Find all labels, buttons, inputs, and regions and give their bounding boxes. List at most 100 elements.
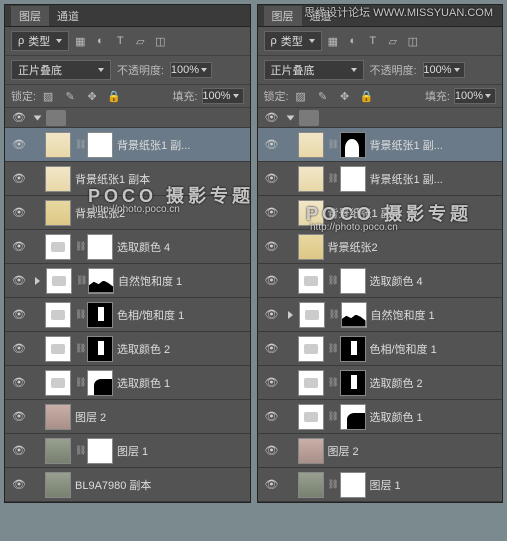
blend-mode-dropdown[interactable]: 正片叠底: [11, 60, 111, 80]
layer-row[interactable]: 👁 ⛓ 选取颜色 2: [258, 366, 503, 400]
lock-move-icon[interactable]: ✥: [337, 89, 353, 103]
visibility-toggle[interactable]: 👁: [9, 169, 29, 189]
layer-name[interactable]: 自然饱和度 1: [118, 273, 246, 289]
lock-move-icon[interactable]: ✥: [84, 89, 100, 103]
group-expand-icon[interactable]: [34, 115, 42, 120]
fill-input[interactable]: 100%: [202, 88, 244, 104]
layer-row[interactable]: 👁 ⛓ 背景纸张1 副...: [258, 162, 503, 196]
filter-shape-icon[interactable]: ▱: [386, 34, 400, 48]
visibility-toggle[interactable]: 👁: [262, 135, 282, 155]
layer-row[interactable]: 👁 BL9A7980 副本: [5, 468, 250, 502]
layer-name[interactable]: 选取颜色 4: [117, 239, 246, 255]
visibility-toggle[interactable]: 👁: [262, 203, 282, 223]
layer-row[interactable]: 👁⛓选取颜色 1: [258, 400, 503, 434]
tab-channels[interactable]: 通道: [49, 6, 87, 26]
layer-name[interactable]: 背景纸张1 副本: [328, 205, 499, 221]
layer-row[interactable]: 👁 背景纸张2: [258, 230, 503, 264]
mask-link-icon[interactable]: ⛓: [76, 275, 84, 286]
visibility-toggle[interactable]: 👁: [262, 237, 282, 257]
layer-name[interactable]: 背景纸张1 副本: [75, 171, 246, 187]
visibility-toggle[interactable]: 👁: [9, 339, 29, 359]
layer-name[interactable]: 背景纸张1 副...: [370, 171, 499, 187]
filter-shape-icon[interactable]: ▱: [133, 34, 147, 48]
layer-row[interactable]: 👁 ⛓ 自然饱和度 1: [5, 264, 250, 298]
layer-name[interactable]: 色相/饱和度 1: [370, 341, 499, 357]
layer-name[interactable]: BL9A7980 副本: [75, 477, 246, 493]
layer-name[interactable]: 自然饱和度 1: [371, 307, 499, 323]
filter-smart-icon[interactable]: ◫: [153, 34, 167, 48]
layer-name[interactable]: 图层 2: [75, 409, 246, 425]
opacity-input[interactable]: 100%: [423, 62, 465, 78]
layer-name[interactable]: 背景纸张1 副...: [117, 137, 246, 153]
mask-link-icon[interactable]: ⛓: [75, 139, 83, 150]
filter-type-dropdown[interactable]: ρ类型: [11, 31, 69, 51]
mask-link-icon[interactable]: ⛓: [75, 343, 83, 354]
filter-adjust-icon[interactable]: ◐: [93, 34, 107, 48]
filter-type-icon[interactable]: T: [113, 34, 127, 48]
filter-type-dropdown[interactable]: ρ类型: [264, 31, 322, 51]
lock-all-icon[interactable]: 🔒: [359, 89, 375, 103]
layer-name[interactable]: 选取颜色 2: [117, 341, 246, 357]
mask-link-icon[interactable]: ⛓: [329, 309, 337, 320]
tab-layers[interactable]: 图层: [11, 6, 49, 26]
blend-mode-dropdown[interactable]: 正片叠底: [264, 60, 364, 80]
mask-link-icon[interactable]: ⛓: [328, 173, 336, 184]
visibility-toggle[interactable]: 👁: [262, 305, 282, 325]
tab-channels[interactable]: 通道: [302, 6, 340, 26]
layer-name[interactable]: 图层 2: [328, 443, 499, 459]
layer-row[interactable]: 👁 ⛓ 色相/饱和度 1: [5, 298, 250, 332]
visibility-toggle[interactable]: 👁: [9, 441, 29, 461]
lock-all-icon[interactable]: 🔒: [106, 89, 122, 103]
layer-row[interactable]: 👁图层 2: [5, 400, 250, 434]
layer-row[interactable]: 👁 ⛓ 图层 1: [5, 434, 250, 468]
layer-name[interactable]: 选取颜色 4: [370, 273, 499, 289]
layer-name[interactable]: 选取颜色 2: [370, 375, 499, 391]
mask-link-icon[interactable]: ⛓: [328, 343, 336, 354]
visibility-toggle[interactable]: 👁: [9, 203, 29, 223]
layer-row[interactable]: 👁⛓背景纸张1 副...: [5, 128, 250, 162]
visibility-toggle[interactable]: 👁: [262, 169, 282, 189]
tab-layers[interactable]: 图层: [264, 6, 302, 26]
layer-name[interactable]: 图层 1: [370, 477, 499, 493]
mask-link-icon[interactable]: ⛓: [328, 411, 336, 422]
layer-row[interactable]: 👁 背景纸张2: [5, 196, 250, 230]
visibility-toggle[interactable]: 👁: [9, 271, 29, 291]
filter-adjust-icon[interactable]: ◐: [346, 34, 360, 48]
layer-row[interactable]: 👁⛓选取颜色 4: [258, 264, 503, 298]
layer-row[interactable]: 👁⛓选取颜色 4: [5, 230, 250, 264]
mask-link-icon[interactable]: ⛓: [328, 479, 336, 490]
opacity-input[interactable]: 100%: [170, 62, 212, 78]
layer-row[interactable]: 👁 图层 2: [258, 434, 503, 468]
lock-transparency-icon[interactable]: ▨: [40, 89, 56, 103]
lock-brush-icon[interactable]: ✎: [315, 89, 331, 103]
layer-row[interactable]: 👁⛓背景纸张1 副...: [258, 128, 503, 162]
mask-link-icon[interactable]: ⛓: [75, 377, 83, 388]
layer-row[interactable]: 👁 ⛓ 自然饱和度 1: [258, 298, 503, 332]
layer-name[interactable]: 选取颜色 1: [370, 409, 499, 425]
layer-name[interactable]: 选取颜色 1: [117, 375, 246, 391]
visibility-toggle[interactable]: 👁: [262, 475, 282, 495]
visibility-toggle[interactable]: 👁: [262, 339, 282, 359]
layer-name[interactable]: 背景纸张2: [75, 205, 246, 221]
filter-pixel-icon[interactable]: ▦: [326, 34, 340, 48]
layer-row[interactable]: 👁 ⛓ 图层 1: [258, 468, 503, 502]
visibility-toggle[interactable]: 👁: [262, 441, 282, 461]
group-expand-icon[interactable]: [286, 115, 294, 120]
visibility-toggle[interactable]: 👁: [9, 373, 29, 393]
visibility-toggle[interactable]: 👁: [9, 475, 29, 495]
layer-name[interactable]: 色相/饱和度 1: [117, 307, 246, 323]
mask-link-icon[interactable]: ⛓: [75, 309, 83, 320]
layer-name[interactable]: 图层 1: [117, 443, 246, 459]
layer-row[interactable]: 👁 ⛓ 选取颜色 1: [5, 366, 250, 400]
layer-row[interactable]: 👁 ⛓ 色相/饱和度 1: [258, 332, 503, 366]
mask-link-icon[interactable]: ⛓: [328, 275, 336, 286]
layer-name[interactable]: 背景纸张2: [328, 239, 499, 255]
mask-link-icon[interactable]: ⛓: [75, 445, 83, 456]
mask-link-icon[interactable]: ⛓: [75, 241, 83, 252]
mask-link-icon[interactable]: ⛓: [328, 377, 336, 388]
mask-link-icon[interactable]: ⛓: [328, 139, 336, 150]
visibility-toggle[interactable]: 👁: [9, 305, 29, 325]
layer-row[interactable]: 👁 ⛓ 选取颜色 2: [5, 332, 250, 366]
visibility-toggle[interactable]: 👁: [262, 373, 282, 393]
filter-type-icon[interactable]: T: [366, 34, 380, 48]
